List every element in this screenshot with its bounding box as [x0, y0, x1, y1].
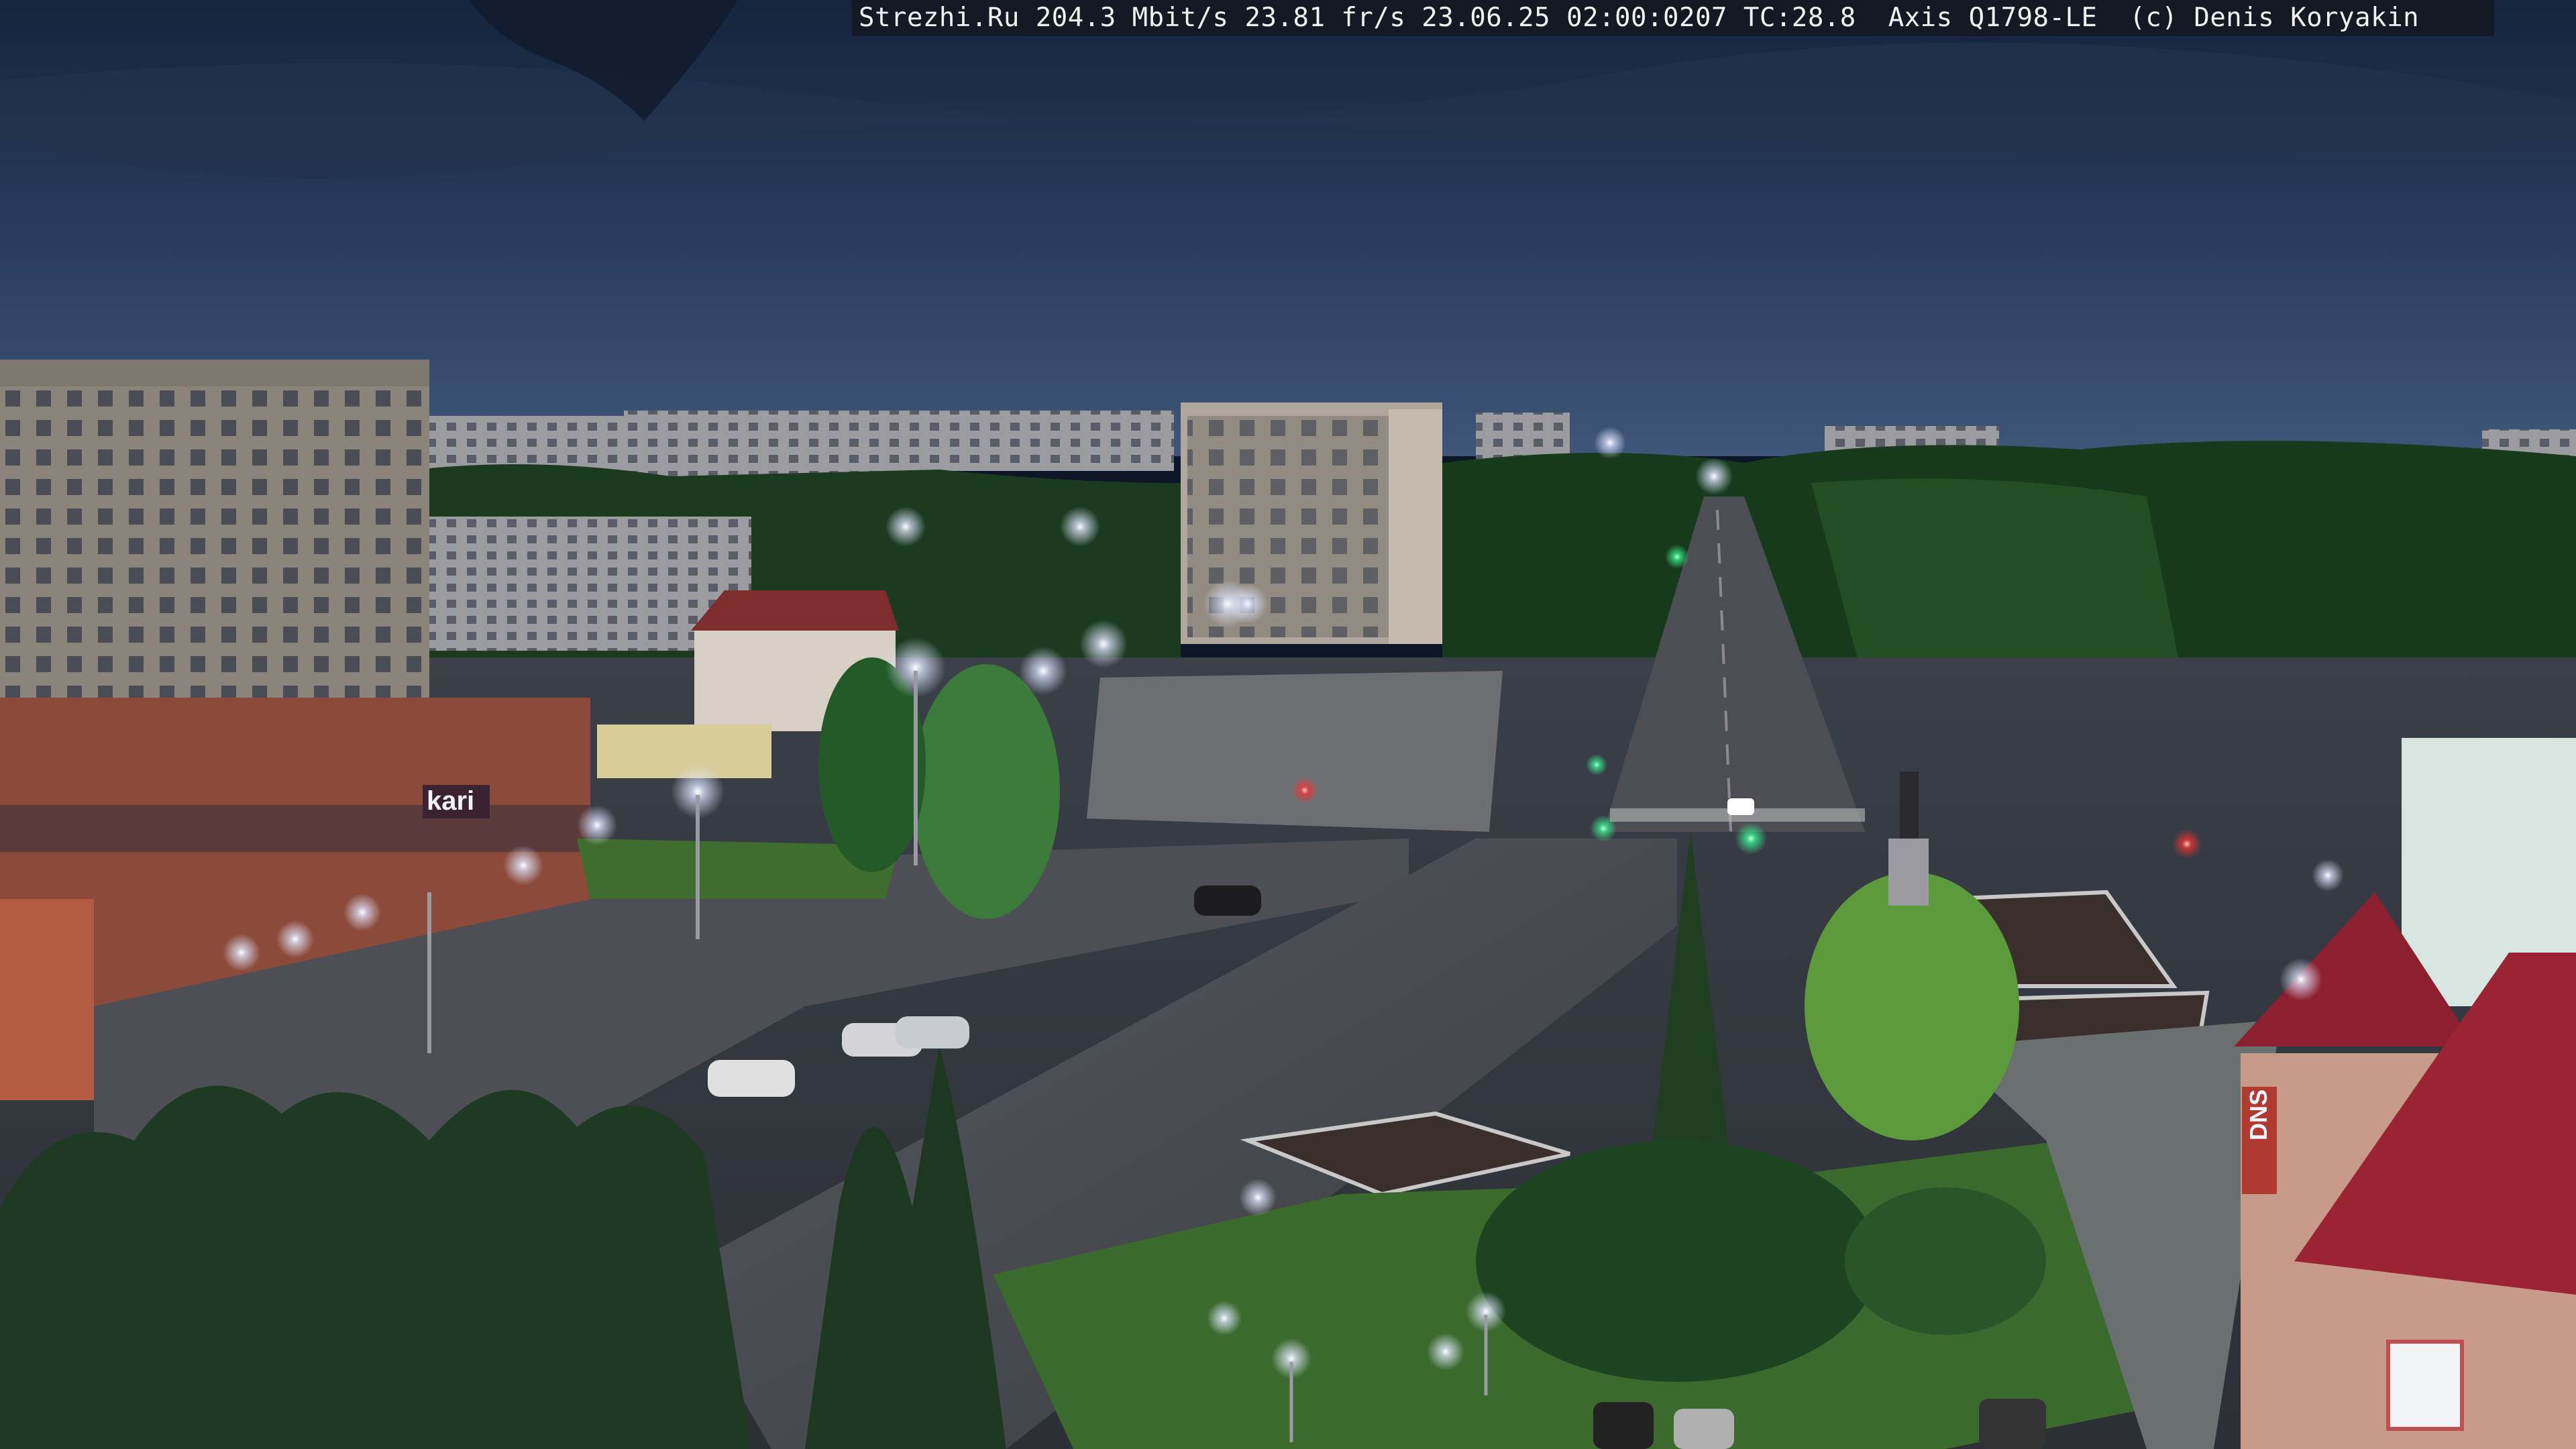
shopping-center-left-wing — [0, 899, 94, 1100]
trees-bottom-center — [1476, 1140, 1878, 1382]
bright-tree — [1805, 872, 2019, 1140]
lit-tree-left — [912, 664, 1060, 919]
car-3 — [896, 1016, 969, 1049]
monument-statue — [1900, 771, 1919, 839]
shrub-right — [1845, 1187, 2046, 1335]
left-apartment-roof — [0, 360, 429, 386]
right-building-window — [2386, 1340, 2464, 1431]
store-sign-left: kari — [427, 786, 475, 816]
camera-overlay-text: Strezhi.Ru 204.3 Mbit/s 23.81 fr/s 23.06… — [859, 3, 2420, 33]
shopping-center-band — [0, 805, 590, 852]
central-tower-wing — [1389, 409, 1442, 644]
far-building-4 — [906, 411, 1174, 471]
car-7 — [1979, 1399, 2046, 1449]
plaza — [1087, 671, 1503, 832]
far-building-3 — [624, 411, 906, 478]
car-6 — [1674, 1409, 1734, 1449]
car-1 — [708, 1060, 795, 1097]
camera-scene — [0, 0, 2576, 1449]
car-4 — [1194, 885, 1261, 916]
red-roof — [691, 590, 899, 631]
far-building-1 — [429, 416, 537, 470]
car-8 — [1727, 798, 1754, 815]
foreground-trees-left — [0, 1085, 751, 1449]
store-sign-right: DNS — [2245, 1089, 2272, 1140]
car-5 — [1593, 1402, 1654, 1449]
monument-pedestal — [1888, 839, 1929, 906]
